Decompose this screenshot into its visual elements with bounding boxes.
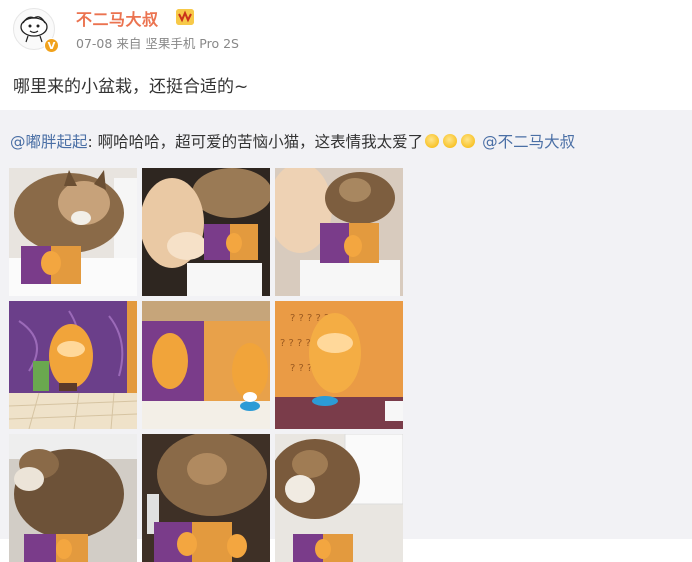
repost-text: : 啊哈哈哈，超可爱的苦恼小猫，这表情我太爱了 — [87, 133, 424, 151]
mention-link[interactable]: @不二马大叔 — [482, 133, 575, 151]
worried-emoji-icon — [425, 134, 440, 148]
author-name[interactable]: 不二马大叔 — [76, 6, 159, 30]
worried-emoji-icon — [443, 134, 458, 148]
photo-thumbnail[interactable] — [275, 434, 403, 562]
photo-thumbnail[interactable] — [142, 434, 270, 562]
photo-thumbnail[interactable] — [9, 434, 137, 562]
photo-thumbnail[interactable] — [275, 168, 403, 296]
repost-user-link[interactable]: @嘟胖起起 — [10, 133, 88, 151]
post-text: 哪里来的小盆栽，还挺合适的~ — [13, 77, 249, 97]
photo-thumbnail[interactable] — [142, 168, 270, 296]
worried-emoji-icon — [461, 134, 476, 148]
source-device[interactable]: 坚果手机 Pro 2S — [145, 36, 239, 51]
photo-thumbnail[interactable] — [142, 301, 270, 429]
post-date[interactable]: 07-08 — [76, 36, 112, 51]
repost-text-line: @嘟胖起起: 啊哈哈哈，超可爱的苦恼小猫，这表情我太爱了 @不二马大叔 — [10, 130, 575, 152]
photo-thumbnail[interactable] — [9, 168, 137, 296]
verified-v-icon: V — [44, 38, 59, 53]
source-prefix: 来自 — [116, 36, 142, 51]
photo-thumbnail[interactable] — [9, 301, 137, 429]
vip-badge-icon[interactable] — [176, 9, 194, 25]
photo-thumbnail[interactable]: ? ? ? ? ? ? ? ? ? ? ? ? ? ? ? ? ? ? ? — [275, 301, 403, 429]
post-meta: 07-08 来自 坚果手机 Pro 2S — [76, 33, 239, 52]
post-header: V 不二马大叔 07-08 来自 坚果手机 Pro 2S — [0, 0, 692, 60]
